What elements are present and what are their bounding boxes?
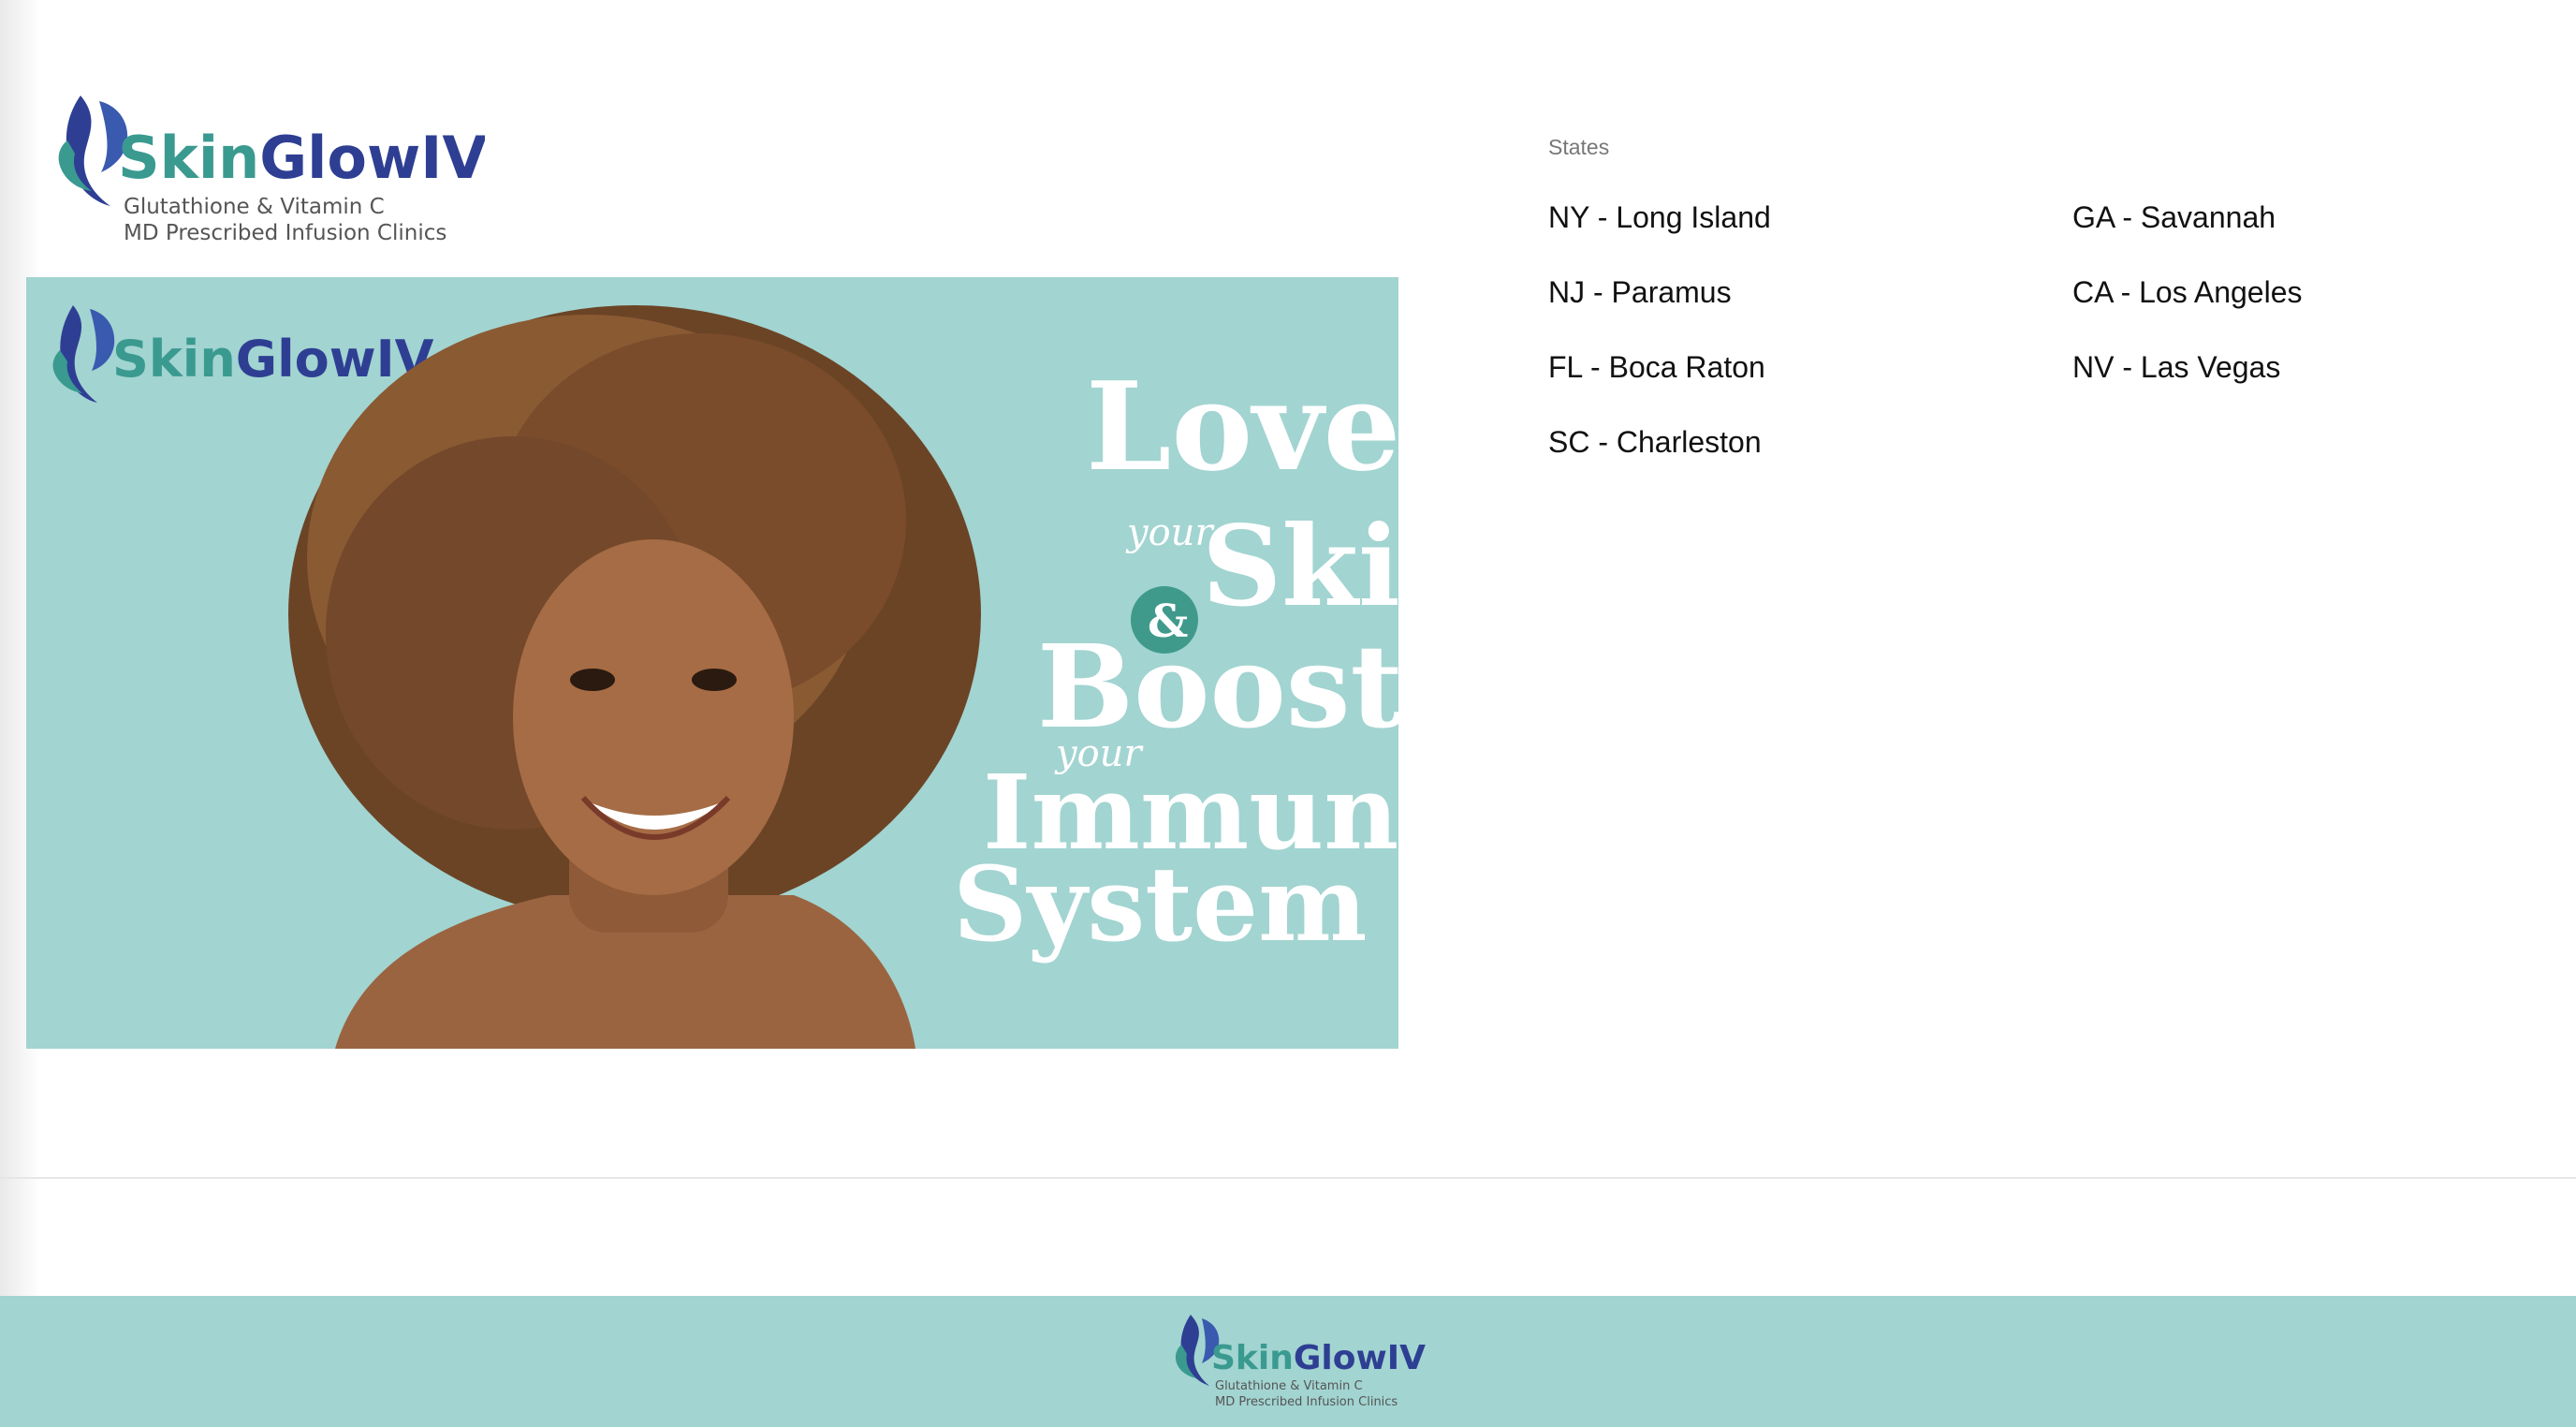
footer-logo[interactable]: SkinGlowIV Glutathione & Vitamin C MD Pr… <box>1172 1311 1434 1414</box>
hero-banner[interactable]: SkinGlowIV Love your Ski & Boost your Im… <box>26 277 1398 1049</box>
logo-name-part2: GlowIV <box>259 124 485 192</box>
footer-logo-part1: Skin <box>1211 1339 1294 1377</box>
state-link-ny[interactable]: NY - Long Island <box>1548 200 1771 235</box>
footer-tagline-1: Glutathione & Vitamin C <box>1215 1379 1363 1393</box>
headline-system: System <box>953 844 1367 964</box>
state-link-sc[interactable]: SC - Charleston <box>1548 425 1762 460</box>
svg-text:SkinGlowIV: SkinGlowIV <box>1211 1339 1426 1377</box>
banner-logo-part1: Skin <box>112 330 236 389</box>
header-logo[interactable]: SkinGlowIV Glutathione & Vitamin C MD Pr… <box>54 92 485 249</box>
butterfly-face-icon <box>52 305 115 403</box>
hero-headline: Love your Skin & Boost your Immune Syste… <box>953 355 1398 964</box>
headline-love: Love <box>1086 355 1398 498</box>
svg-text:SkinGlowIV: SkinGlowIV <box>118 124 485 192</box>
footer-tagline-2: MD Prescribed Infusion Clinics <box>1215 1395 1398 1409</box>
logo-tagline-1: Glutathione & Vitamin C <box>124 195 385 219</box>
section-divider <box>0 1177 2576 1179</box>
state-link-nv[interactable]: NV - Las Vegas <box>2072 350 2280 385</box>
state-link-ga[interactable]: GA - Savannah <box>2072 200 2276 235</box>
states-heading: States <box>1548 135 1610 159</box>
woman-portrait-photo <box>288 305 981 1049</box>
footer-logo-part2: GlowIV <box>1294 1339 1426 1377</box>
headline-skin: Skin <box>1202 501 1398 631</box>
svg-text:SkinGlowIV: SkinGlowIV <box>112 330 434 389</box>
state-link-nj[interactable]: NJ - Paramus <box>1548 275 1732 310</box>
state-link-fl[interactable]: FL - Boca Raton <box>1548 350 1765 385</box>
state-link-ca[interactable]: CA - Los Angeles <box>2072 275 2302 310</box>
logo-name-part1: Skin <box>118 124 259 192</box>
banner-logo: SkinGlowIV <box>52 305 434 403</box>
logo-tagline-2: MD Prescribed Infusion Clinics <box>124 221 446 245</box>
